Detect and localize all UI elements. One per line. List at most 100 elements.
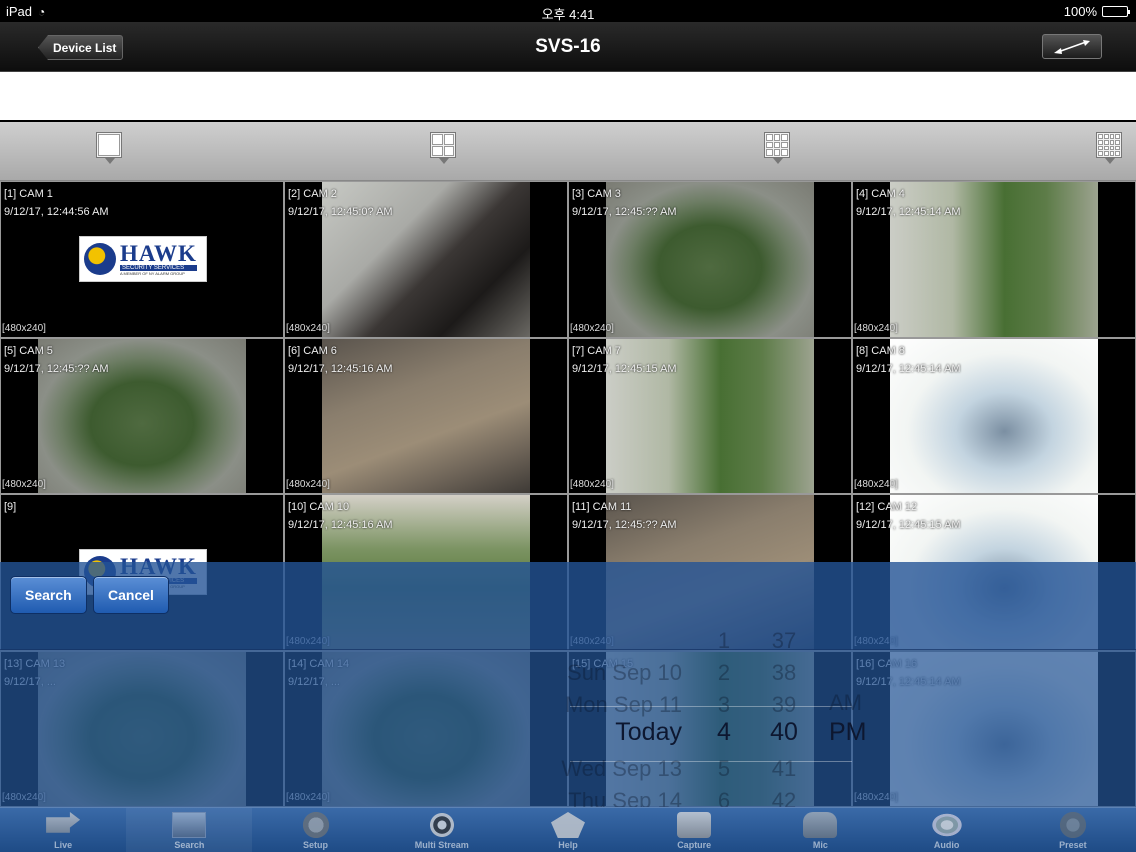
camera-resolution: [480x240] xyxy=(854,322,898,334)
camera-label: [1] CAM 1 xyxy=(4,188,53,200)
camera-resolution: [480x240] xyxy=(2,479,46,490)
search-icon xyxy=(172,812,207,838)
tab-setup[interactable]: Setup xyxy=(252,808,378,852)
camera-timestamp: 9/12/17, 12:45:16 AM xyxy=(288,519,393,531)
layout-1x1-button[interactable] xyxy=(96,132,124,168)
tab-preset[interactable]: Preset xyxy=(1010,808,1136,852)
picker-minutes-option[interactable]: 39 xyxy=(764,692,804,718)
camera-cell[interactable]: [3] CAM 3 9/12/17, 12:45:?? AM [480x240] xyxy=(569,182,851,337)
fullscreen-button[interactable] xyxy=(1042,34,1102,59)
navigation-bar: Device List SVS-16 xyxy=(0,22,1136,72)
hawk-bird-icon xyxy=(84,243,116,275)
single-view-icon xyxy=(96,132,122,158)
camera-cell[interactable]: [7] CAM 7 9/12/17, 12:45:15 AM [480x240] xyxy=(569,338,851,493)
battery-percent: 100% xyxy=(1063,4,1097,19)
camera-timestamp: 9/12/17, 12:45:14 AM xyxy=(856,362,961,375)
tab-mic[interactable]: Mic xyxy=(757,808,883,852)
camera-timestamp: 9/12/17, 12:45:0? AM xyxy=(288,206,393,218)
film-reel-icon xyxy=(424,812,459,838)
picker-dates-option[interactable]: Today xyxy=(615,718,682,747)
picker-ampm-option[interactable]: PM xyxy=(829,718,867,747)
tab-label: Capture xyxy=(677,840,712,850)
camera-label: [12] CAM 12 xyxy=(856,501,918,513)
camera-timestamp: 9/12/17, 12:45:14 AM xyxy=(856,206,961,218)
camera-timestamp: 9/12/17, 12:45:?? AM xyxy=(572,206,677,218)
tab-label: Search xyxy=(174,840,205,850)
camera-label: [8] CAM 8 xyxy=(856,344,905,357)
camera-timestamp: 9/12/17, 12:45:15 AM xyxy=(572,362,677,375)
microphone-icon xyxy=(803,812,838,838)
camera-resolution: [480x240] xyxy=(2,322,46,334)
camera-resolution: [480x240] xyxy=(286,322,330,334)
camera-cell[interactable]: [4] CAM 4 9/12/17, 12:45:14 AM [480x240] xyxy=(853,182,1135,337)
quad-view-icon xyxy=(430,132,456,158)
camera-timestamp: 9/12/17, 12:45:15 AM xyxy=(856,519,961,531)
picker-hours-option[interactable]: 1 xyxy=(704,628,744,654)
picker-dates-option[interactable]: Wed Sep 13 xyxy=(561,756,682,782)
capture-icon xyxy=(677,812,712,838)
tab-multi-stream[interactable]: Multi Stream xyxy=(379,808,505,852)
logo-name: HAWK xyxy=(120,240,197,266)
nine-view-icon xyxy=(764,132,790,158)
camera-timestamp: 9/12/17, 12:45:?? AM xyxy=(572,519,677,531)
picker-minutes-option[interactable]: 41 xyxy=(764,756,804,782)
status-bar: iPad ◔ 오후 4:41 100% xyxy=(0,0,1136,22)
hawk-logo: HAWKSECURITY SERVICESA MEMBER OF NY ALAR… xyxy=(79,236,207,282)
cancel-button[interactable]: Cancel xyxy=(93,576,169,614)
picker-hours-option[interactable]: 3 xyxy=(704,692,744,718)
layout-2x2-button[interactable] xyxy=(430,132,458,168)
picker-minutes-option[interactable]: 40 xyxy=(764,718,804,747)
camera-cell[interactable]: [5] CAM 5 9/12/17, 12:45:?? AM [480x240] xyxy=(1,338,283,493)
speaker-icon xyxy=(929,812,964,838)
camera-timestamp: 9/12/17, 12:45:16 AM xyxy=(288,362,393,375)
picker-ampm-option[interactable]: AM xyxy=(829,690,862,716)
picker-hours-option[interactable]: 4 xyxy=(704,718,744,747)
camera-label: [5] CAM 5 xyxy=(4,344,53,357)
camera-label: [11] CAM 11 xyxy=(572,501,632,513)
datetime-picker[interactable]: Sun Sep 10 Mon Sep 11 Today Wed Sep 13 Thu S… xyxy=(0,628,1136,814)
layout-4x4-button[interactable] xyxy=(1096,132,1124,168)
tab-label: Audio xyxy=(933,840,960,850)
camera-cell[interactable]: [2] CAM 2 9/12/17, 12:45:0? AM [480x240] xyxy=(285,182,567,337)
page-title: SVS-16 xyxy=(535,36,601,57)
picker-hours-option[interactable]: 2 xyxy=(704,660,744,686)
camera-resolution: [480x240] xyxy=(570,322,614,334)
tab-help[interactable]: Help xyxy=(505,808,631,852)
gear-icon xyxy=(298,812,333,838)
tab-search[interactable]: Search xyxy=(126,808,253,852)
layout-toolbar xyxy=(0,122,1136,181)
tab-label: Help xyxy=(558,840,578,850)
camera-timestamp: 9/12/17, 12:44:56 AM xyxy=(4,206,109,218)
camera-icon xyxy=(46,812,81,833)
camera-resolution: [480x240] xyxy=(570,479,614,490)
banner-area xyxy=(0,72,1136,120)
preset-icon xyxy=(1055,812,1090,838)
tab-capture[interactable]: Capture xyxy=(631,808,757,852)
camera-resolution: [480x240] xyxy=(854,479,898,490)
camera-timestamp: 9/12/17, 12:45:?? AM xyxy=(4,362,109,375)
picker-minutes-option[interactable]: 38 xyxy=(764,660,804,686)
tab-audio[interactable]: Audio xyxy=(884,808,1010,852)
camera-label: [9] xyxy=(4,501,17,513)
picker-dates-option[interactable]: Sun Sep 10 xyxy=(567,660,682,686)
camera-label: [4] CAM 4 xyxy=(856,188,905,200)
tab-label: Live xyxy=(54,840,73,850)
tab-label: Preset xyxy=(1059,840,1087,850)
picker-toolbar: Search Cancel xyxy=(0,562,1136,650)
tab-label: Mic xyxy=(812,840,828,850)
picker-dates-option[interactable]: Mon Sep 11 xyxy=(565,692,682,718)
picker-minutes-option[interactable]: 37 xyxy=(764,628,804,654)
logo-subline: A MEMBER OF NY ALARM GROUP xyxy=(120,270,185,276)
camera-cell[interactable]: [6] CAM 6 9/12/17, 12:45:16 AM [480x240] xyxy=(285,338,567,493)
layout-3x3-button[interactable] xyxy=(764,132,792,168)
camera-label: [6] CAM 6 xyxy=(288,344,337,357)
battery-icon xyxy=(1102,6,1130,17)
search-button[interactable]: Search xyxy=(10,576,87,614)
camera-resolution: [480x240] xyxy=(286,479,330,490)
picker-hours-option[interactable]: 5 xyxy=(704,756,744,782)
camera-cell[interactable]: HAWKSECURITY SERVICESA MEMBER OF NY ALAR… xyxy=(1,182,283,337)
camera-cell[interactable]: [8] CAM 8 9/12/17, 12:45:14 AM [480x240] xyxy=(853,338,1135,493)
tab-live[interactable]: Live xyxy=(0,808,126,852)
camera-label: [3] CAM 3 xyxy=(572,188,621,200)
tab-label: Multi Stream xyxy=(414,840,469,850)
